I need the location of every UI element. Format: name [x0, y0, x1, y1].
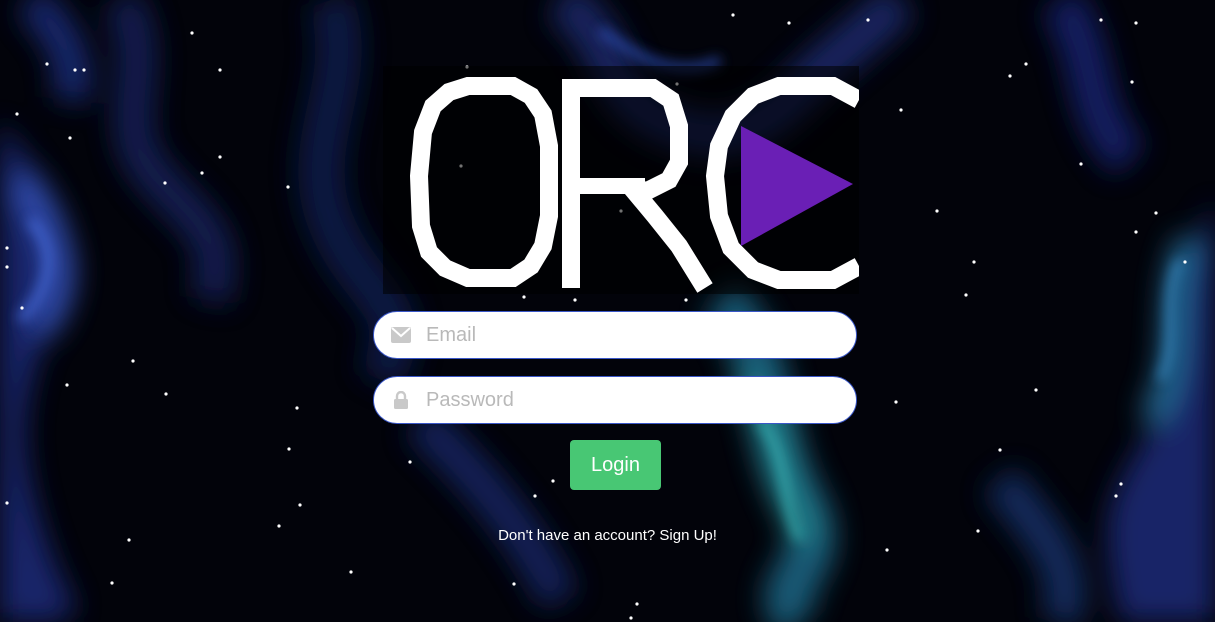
password-field[interactable]	[373, 376, 857, 424]
email-input[interactable]	[426, 315, 826, 355]
login-page: Login Don't have an account? Sign Up!	[0, 0, 1215, 622]
login-button[interactable]: Login	[570, 440, 661, 490]
envelope-icon	[376, 312, 426, 358]
signup-link[interactable]: Don't have an account? Sign Up!	[0, 527, 1215, 544]
lock-icon	[376, 377, 426, 423]
orc-logo	[383, 66, 859, 294]
email-field[interactable]	[373, 311, 857, 359]
password-input[interactable]	[426, 380, 826, 420]
